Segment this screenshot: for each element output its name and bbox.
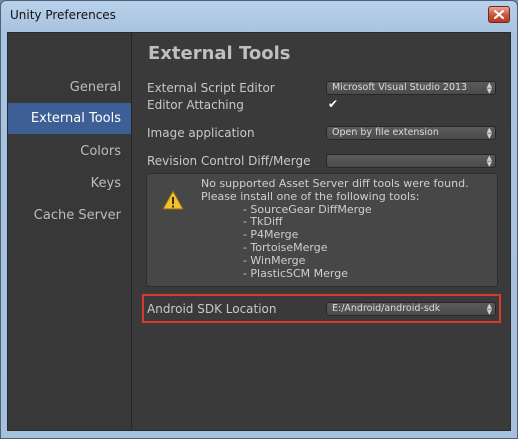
help-line: - PlasticSCM Merge <box>201 266 348 280</box>
close-button[interactable] <box>488 6 510 23</box>
image-application-label: Image application <box>147 126 255 140</box>
script-editor-dropdown[interactable]: Microsoft Visual Studio 2013 ▲ ▼ <box>326 81 496 95</box>
window-title: Unity Preferences <box>10 8 116 22</box>
revision-control-dropdown[interactable]: ▲ ▼ <box>326 154 496 168</box>
preferences-window: Unity Preferences General External Tools… <box>0 0 518 439</box>
close-icon <box>494 10 504 19</box>
checkmark-icon: ✔ <box>327 97 339 111</box>
help-line: Please install one of the following tool… <box>201 189 420 203</box>
page-title: External Tools <box>148 43 291 64</box>
script-editor-value: Microsoft Visual Studio 2013 <box>332 82 468 93</box>
help-line: - WinMerge <box>201 253 306 267</box>
dropdown-arrows-icon: ▲ ▼ <box>486 154 492 168</box>
sidebar-item-general[interactable]: General <box>8 72 131 103</box>
editor-attaching-label: Editor Attaching <box>147 98 244 112</box>
help-line: - TortoiseMerge <box>201 240 328 254</box>
diff-tools-help-box: No supported Asset Server diff tools wer… <box>146 173 498 287</box>
revision-control-label: Revision Control Diff/Merge <box>147 154 311 168</box>
script-editor-label: External Script Editor <box>147 81 275 95</box>
image-application-dropdown[interactable]: Open by file extension ▲ ▼ <box>326 126 496 140</box>
sidebar: General External Tools Colors Keys Cache… <box>8 33 132 430</box>
help-text: No supported Asset Server diff tools wer… <box>201 177 469 280</box>
sidebar-item-cache-server[interactable]: Cache Server <box>8 200 131 231</box>
warning-icon <box>162 190 184 210</box>
external-tools-panel: External Tools External Script Editor Mi… <box>132 33 510 430</box>
image-application-value: Open by file extension <box>332 127 439 138</box>
sidebar-item-colors[interactable]: Colors <box>8 136 131 167</box>
title-bar[interactable]: Unity Preferences <box>1 1 517 31</box>
sidebar-item-keys[interactable]: Keys <box>8 168 131 199</box>
dropdown-arrows-icon: ▲ ▼ <box>486 126 492 140</box>
dropdown-arrows-icon: ▲ ▼ <box>486 81 492 95</box>
annotation-highlight-box <box>142 294 501 323</box>
help-line: No supported Asset Server diff tools wer… <box>201 177 469 190</box>
editor-attaching-checkbox[interactable]: ✔ <box>327 98 339 110</box>
preferences-client-area: General External Tools Colors Keys Cache… <box>7 32 511 431</box>
sidebar-item-external-tools[interactable]: External Tools <box>8 103 131 134</box>
